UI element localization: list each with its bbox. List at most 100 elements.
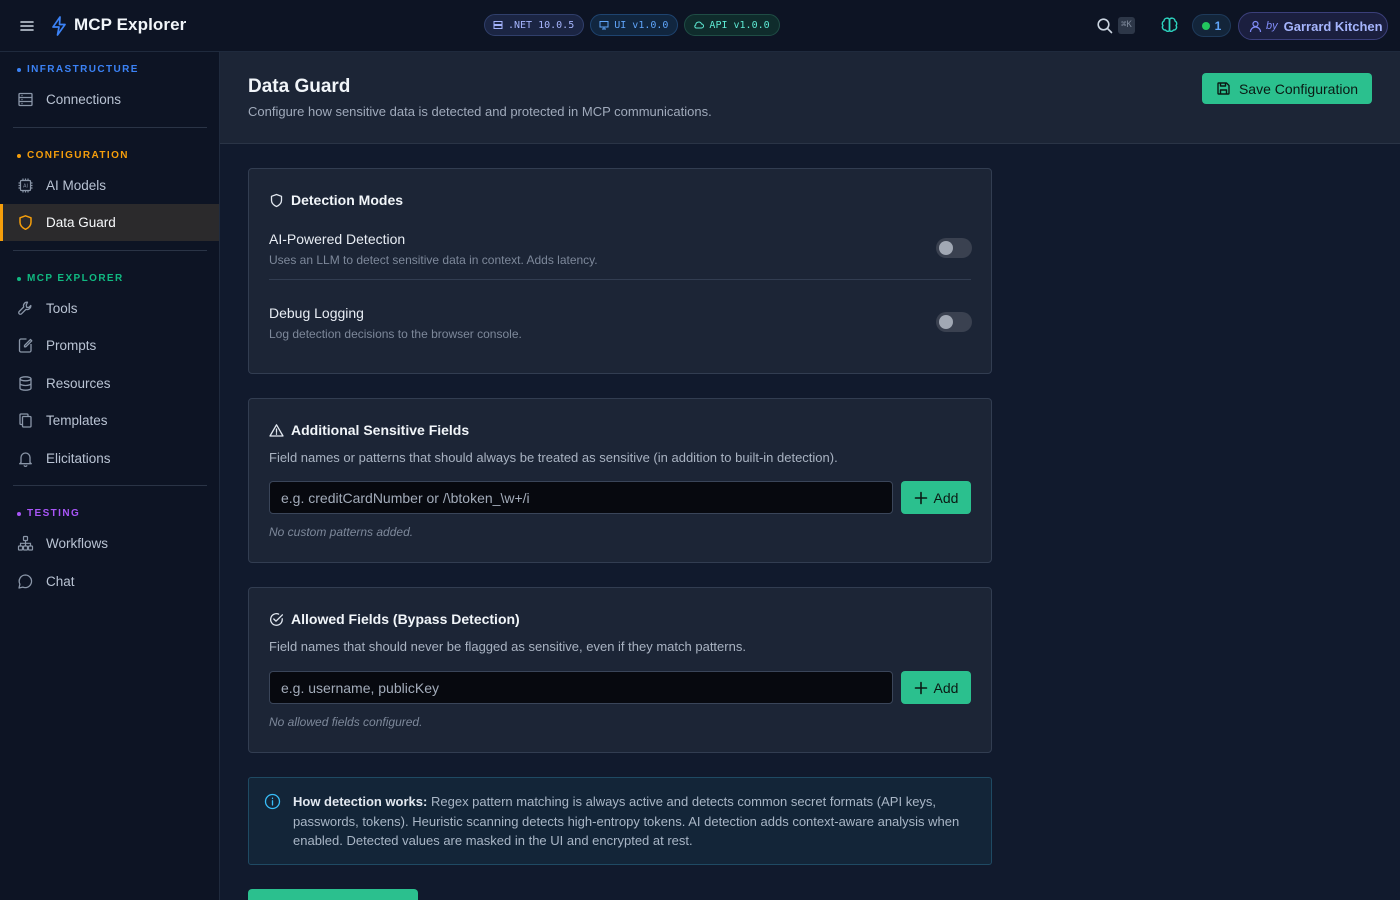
nav-label: Templates	[46, 413, 108, 428]
nav-label: Connections	[46, 92, 122, 107]
api-version-badge: API v1.0.0	[684, 14, 780, 36]
svg-text:AI: AI	[23, 184, 28, 190]
sidebar-item-connections[interactable]: Connections	[0, 81, 219, 118]
save-configuration-button[interactable]: Save Configuration	[1202, 73, 1372, 104]
add-button-label: Add	[933, 679, 959, 696]
info-text: How detection works: Regex pattern match…	[293, 792, 978, 851]
nav-label: Workflows	[46, 536, 109, 551]
user-icon	[1249, 20, 1262, 32]
section-label: MCP EXPLORER	[27, 273, 124, 284]
top-bar: MCP Explorer .NET 10.0.5 UI v1.0.0 API v…	[0, 0, 1400, 52]
section-label: TESTING	[27, 508, 81, 519]
plus-icon	[914, 681, 927, 694]
user-prefix: by	[1266, 20, 1278, 32]
allowed-fields-title: Allowed Fields (Bypass Detection)	[291, 611, 520, 627]
user-name: Garrard Kitchen	[1283, 18, 1383, 34]
sidebar-item-data-guard[interactable]: Data Guard	[0, 204, 219, 241]
cloud-icon	[694, 21, 705, 29]
sidebar-item-ai-models[interactable]: AI AI Models	[0, 167, 219, 204]
sidebar-item-chat[interactable]: Chat	[0, 563, 219, 600]
workflow-icon	[17, 535, 34, 552]
plus-icon	[914, 491, 927, 504]
debug-logging-description: Log detection decisions to the browser c…	[269, 327, 522, 341]
sensitive-pattern-input[interactable]	[269, 481, 893, 514]
search-icon[interactable]	[1096, 17, 1113, 34]
add-sensitive-pattern-button[interactable]: Add	[901, 481, 971, 514]
section-dot	[17, 276, 21, 281]
toggle-knob	[939, 241, 953, 255]
sensitive-fields-description: Field names or patterns that should alwa…	[269, 450, 838, 465]
add-button-label: Add	[933, 489, 959, 506]
section-label: INFRASTRUCTURE	[27, 64, 139, 75]
sidebar-item-workflows[interactable]: Workflows	[0, 525, 219, 562]
nav-label: AI Models	[46, 178, 107, 193]
allowed-fields-heading: Allowed Fields (Bypass Detection)	[269, 611, 520, 627]
sidebar-item-elicitations[interactable]: Elicitations	[0, 440, 219, 477]
connection-count: 1	[1214, 18, 1222, 33]
section-testing: TESTING	[17, 508, 80, 519]
sidebar-item-templates[interactable]: Templates	[0, 402, 219, 439]
bell-icon	[17, 450, 34, 467]
sensitive-fields-title: Additional Sensitive Fields	[291, 422, 470, 438]
debug-logging-title: Debug Logging	[269, 305, 364, 321]
hamburger-menu-icon[interactable]	[17, 16, 37, 36]
sidebar-item-resources[interactable]: Resources	[0, 365, 219, 402]
detection-modes-heading: Detection Modes	[269, 192, 403, 208]
nav-label: Resources	[46, 376, 111, 391]
warning-triangle-icon	[269, 423, 284, 438]
api-version-label: API v1.0.0	[709, 19, 770, 31]
sidebar: INFRASTRUCTURE Connections CONFIGURATION…	[0, 52, 220, 900]
nav-label: Data Guard	[46, 215, 116, 230]
version-badges: .NET 10.0.5 UI v1.0.0 API v1.0.0	[484, 14, 780, 36]
section-dot	[17, 153, 21, 158]
server-icon	[493, 21, 503, 29]
sensitive-fields-empty-state: No custom patterns added.	[269, 525, 414, 539]
page-header: Data Guard Configure how sensitive data …	[220, 52, 1400, 144]
section-divider	[13, 250, 207, 251]
check-circle-icon	[269, 612, 284, 627]
detection-info-box: How detection works: Regex pattern match…	[248, 777, 992, 865]
sensitive-fields-heading: Additional Sensitive Fields	[269, 422, 469, 438]
ui-version-badge: UI v1.0.0	[590, 14, 679, 36]
nav-label: Chat	[46, 574, 75, 589]
chat-icon	[17, 573, 34, 590]
section-infrastructure: INFRASTRUCTURE	[17, 64, 139, 75]
shield-icon	[17, 214, 34, 231]
section-configuration: CONFIGURATION	[17, 150, 129, 161]
debug-logging-toggle[interactable]	[936, 312, 972, 332]
save-icon	[1217, 82, 1230, 95]
ai-detection-title: AI-Powered Detection	[269, 231, 406, 247]
add-allowed-field-button[interactable]: Add	[901, 671, 971, 704]
brain-ai-icon[interactable]	[1160, 16, 1179, 35]
dotnet-version-label: .NET 10.0.5	[508, 19, 575, 31]
page-title: Data Guard	[248, 76, 351, 97]
section-dot	[17, 67, 21, 72]
connection-status-pill[interactable]: 1	[1192, 14, 1231, 37]
row-divider	[269, 279, 971, 280]
user-profile-button[interactable]: by Garrard Kitchen	[1238, 12, 1388, 40]
sidebar-item-prompts[interactable]: Prompts	[0, 327, 219, 364]
search-shortcut-hint: ⌘K	[1118, 17, 1135, 34]
app-title[interactable]: MCP Explorer	[74, 15, 186, 35]
detection-modes-card: Detection Modes AI-Powered Detection Use…	[248, 168, 992, 374]
section-dot	[17, 511, 21, 516]
section-label: CONFIGURATION	[27, 150, 129, 161]
ai-detection-description: Uses an LLM to detect sensitive data in …	[269, 253, 598, 267]
shield-icon	[269, 193, 284, 208]
dotnet-version-badge: .NET 10.0.5	[484, 14, 585, 36]
pencil-note-icon	[17, 337, 34, 354]
sidebar-item-tools[interactable]: Tools	[0, 290, 219, 327]
nav-label: Prompts	[46, 338, 97, 353]
section-mcp-explorer: MCP EXPLORER	[17, 273, 124, 284]
sensitive-fields-card: Additional Sensitive Fields Field names …	[248, 398, 992, 563]
chip-icon: AI	[17, 177, 34, 194]
allowed-field-input[interactable]	[269, 671, 893, 704]
lightning-logo-icon	[50, 15, 68, 37]
info-heading: How detection works:	[293, 794, 428, 809]
nav-label: Tools	[46, 301, 78, 316]
status-dot	[1201, 21, 1210, 30]
wrench-icon	[17, 300, 34, 317]
bottom-save-button[interactable]	[248, 889, 418, 900]
ai-detection-toggle[interactable]	[936, 238, 972, 258]
allowed-fields-description: Field names that should never be flagged…	[269, 639, 746, 654]
